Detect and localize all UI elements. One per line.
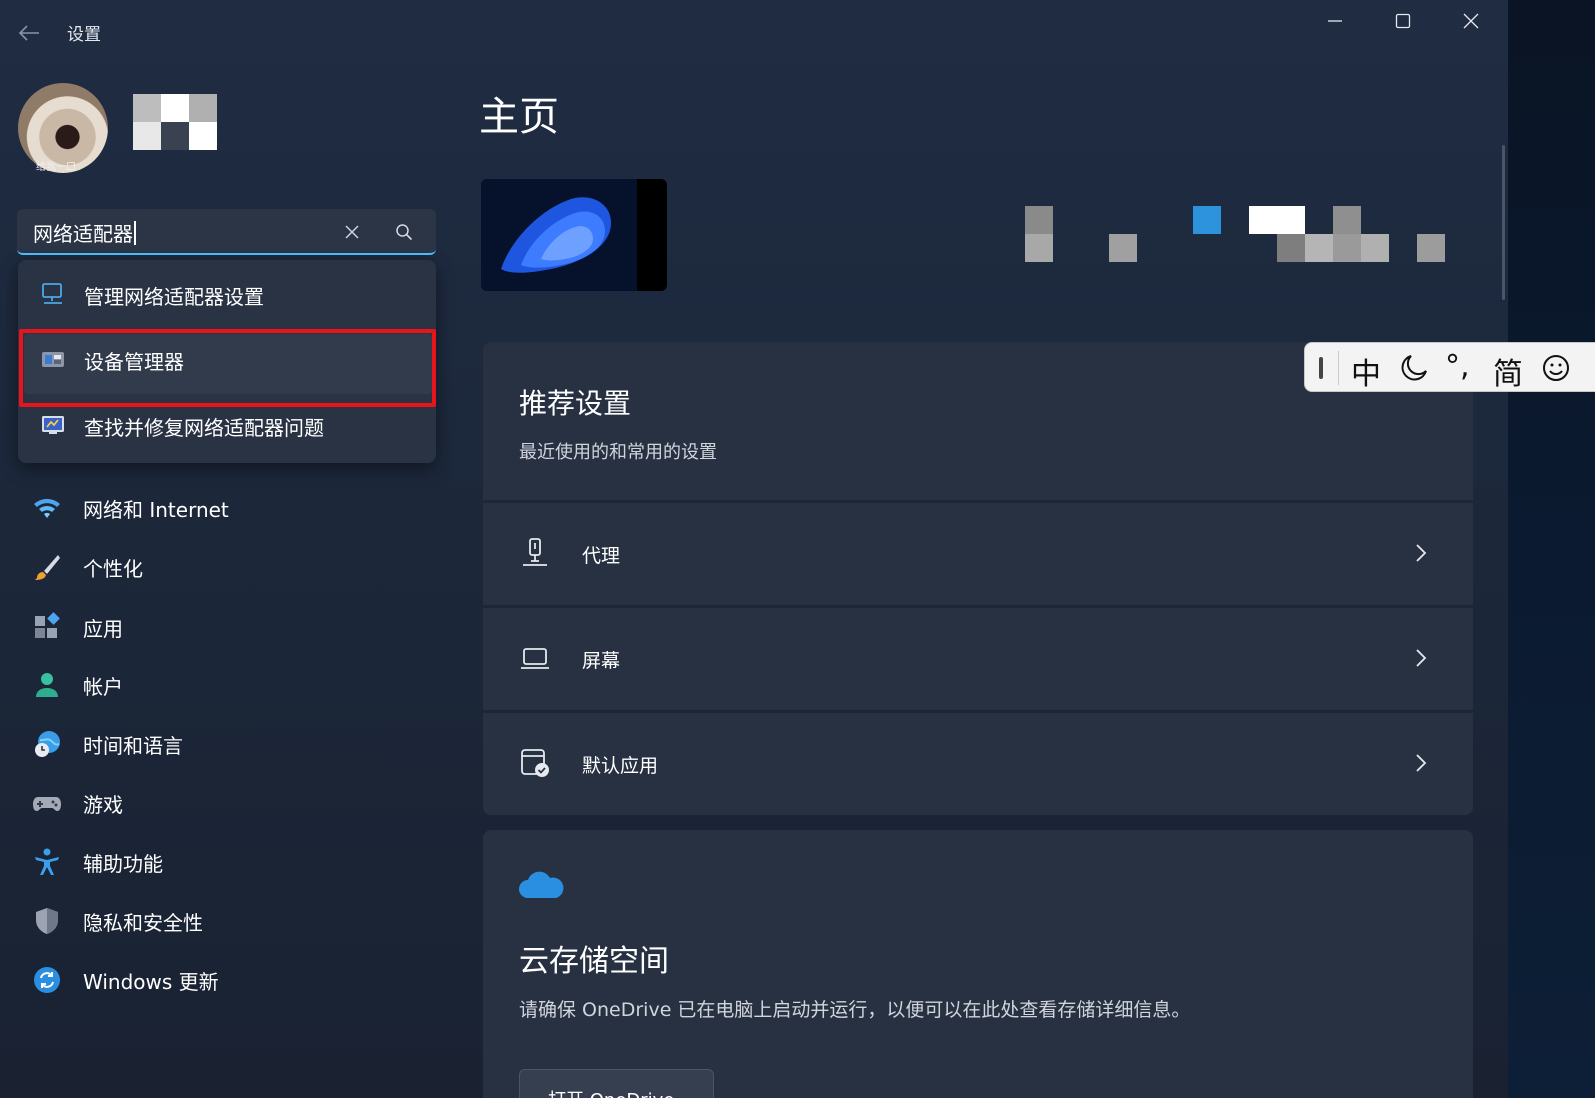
emoji-icon[interactable] xyxy=(1541,353,1571,383)
close-button[interactable] xyxy=(1448,4,1494,38)
open-onedrive-button[interactable]: 打开 OneDrive xyxy=(519,1069,714,1098)
desktop-background xyxy=(1508,0,1595,1098)
device-name-redacted xyxy=(1025,206,1445,262)
nav-label: Windows 更新 xyxy=(83,970,219,994)
recommended-title: 推荐设置 xyxy=(519,387,632,420)
maximize-button[interactable] xyxy=(1380,4,1426,38)
ime-separator xyxy=(1338,351,1339,385)
username-redacted xyxy=(133,94,217,150)
title-bar: 设置 xyxy=(0,0,1508,62)
troubleshoot-icon xyxy=(42,416,64,434)
nav-item-apps[interactable]: 应用 xyxy=(20,600,440,652)
suggestion-network-adapter[interactable]: 管理网络适配器设置 xyxy=(18,263,436,325)
network-adapter-icon xyxy=(42,283,62,304)
proxy-icon xyxy=(523,538,547,566)
search-button[interactable] xyxy=(391,219,417,245)
nav-item-gaming[interactable]: 游戏 xyxy=(20,776,440,828)
avatar-caption: 给我一口 xyxy=(36,162,76,173)
suggestion-device-manager[interactable]: 设备管理器 xyxy=(18,328,436,390)
chevron-right-icon xyxy=(1416,649,1427,667)
app-title: 设置 xyxy=(67,25,101,45)
device-wallpaper-image xyxy=(481,179,667,291)
chevron-right-icon xyxy=(1416,544,1427,562)
search-input[interactable]: 网络适配器 xyxy=(17,209,436,255)
suggestion-label: 查找并修复网络适配器问题 xyxy=(84,416,324,440)
gamepad-icon xyxy=(33,797,61,811)
nav-label: 时间和语言 xyxy=(83,734,183,758)
recommended-item-proxy[interactable]: 代理 xyxy=(483,503,1473,605)
cloud-icon xyxy=(519,871,564,898)
recommended-item-label: 默认应用 xyxy=(582,755,659,777)
globe-clock-icon xyxy=(35,731,60,757)
recommended-item-screen[interactable]: 屏幕 xyxy=(483,608,1473,710)
nav-label: 隐私和安全性 xyxy=(83,911,203,935)
brush-icon xyxy=(35,555,60,580)
ime-toolbar: 中 °, 简 xyxy=(1304,342,1595,392)
minimize-button[interactable] xyxy=(1312,4,1358,38)
recommended-item-label: 屏幕 xyxy=(582,650,621,672)
default-apps-icon xyxy=(521,749,549,777)
suggestion-troubleshoot[interactable]: 查找并修复网络适配器问题 xyxy=(18,394,436,456)
search-icon xyxy=(396,224,413,241)
recommended-item-default-apps[interactable]: 默认应用 xyxy=(483,713,1473,815)
back-button[interactable] xyxy=(14,18,44,48)
suggestion-label: 管理网络适配器设置 xyxy=(84,285,264,309)
nav-item-time-language[interactable]: 时间和语言 xyxy=(20,717,440,769)
nav-item-accounts[interactable]: 帐户 xyxy=(20,658,440,710)
cloud-storage-card: 云存储空间 请确保 OneDrive 已在电脑上启动并运行，以便可以在此处查看存… xyxy=(483,830,1473,1098)
nav-label: 个性化 xyxy=(83,557,143,581)
minimize-icon xyxy=(1328,20,1342,22)
nav-item-network[interactable]: 网络和 Internet xyxy=(20,481,440,533)
nav-label: 应用 xyxy=(83,617,123,641)
open-onedrive-label: 打开 OneDrive xyxy=(548,1086,674,1098)
laptop-icon xyxy=(521,648,549,669)
account-icon xyxy=(36,673,58,697)
apps-icon xyxy=(35,612,60,638)
nav-item-privacy[interactable]: 隐私和安全性 xyxy=(20,894,440,946)
search-input-text: 网络适配器 xyxy=(33,218,136,247)
nav-label: 帐户 xyxy=(83,675,123,699)
ime-punct-toggle[interactable]: °, xyxy=(1445,349,1470,384)
recommended-subtitle: 最近使用的和常用的设置 xyxy=(519,442,717,463)
moon-icon[interactable] xyxy=(1399,353,1429,383)
nav-label: 辅助功能 xyxy=(83,852,163,876)
back-arrow-icon xyxy=(18,25,39,41)
nav-label: 网络和 Internet xyxy=(83,498,229,522)
accessibility-icon xyxy=(35,848,59,875)
cloud-storage-description: 请确保 OneDrive 已在电脑上启动并运行，以便可以在此处查看存储详细信息。 xyxy=(519,999,1191,1021)
search-clear-button[interactable] xyxy=(339,219,365,245)
clear-icon xyxy=(345,225,359,239)
nav-item-windows-update[interactable]: Windows 更新 xyxy=(20,953,440,1005)
suggestion-label: 设备管理器 xyxy=(84,350,184,374)
scrollbar[interactable] xyxy=(1502,145,1505,300)
close-icon xyxy=(1463,13,1479,29)
device-manager-icon xyxy=(42,352,64,367)
cloud-storage-title: 云存储空间 xyxy=(519,944,669,979)
chevron-right-icon xyxy=(1416,754,1427,772)
settings-window: 设置 给我一口 网络适配器 管理网络适配器设置 设备管理器 查找并修复网络适配器… xyxy=(0,0,1508,1098)
recommended-item-label: 代理 xyxy=(582,545,621,567)
wifi-icon xyxy=(34,498,60,518)
nav-item-personalization[interactable]: 个性化 xyxy=(20,540,440,592)
update-icon xyxy=(34,967,60,993)
ime-script-toggle[interactable]: 简 xyxy=(1493,349,1523,393)
ime-mode-toggle[interactable]: 中 xyxy=(1351,349,1381,393)
page-title: 主页 xyxy=(479,94,559,140)
shield-icon xyxy=(36,908,58,934)
nav-item-accessibility[interactable]: 辅助功能 xyxy=(20,835,440,887)
maximize-icon xyxy=(1395,13,1411,29)
ime-drag-handle[interactable] xyxy=(1319,357,1323,379)
nav-label: 游戏 xyxy=(83,793,123,817)
